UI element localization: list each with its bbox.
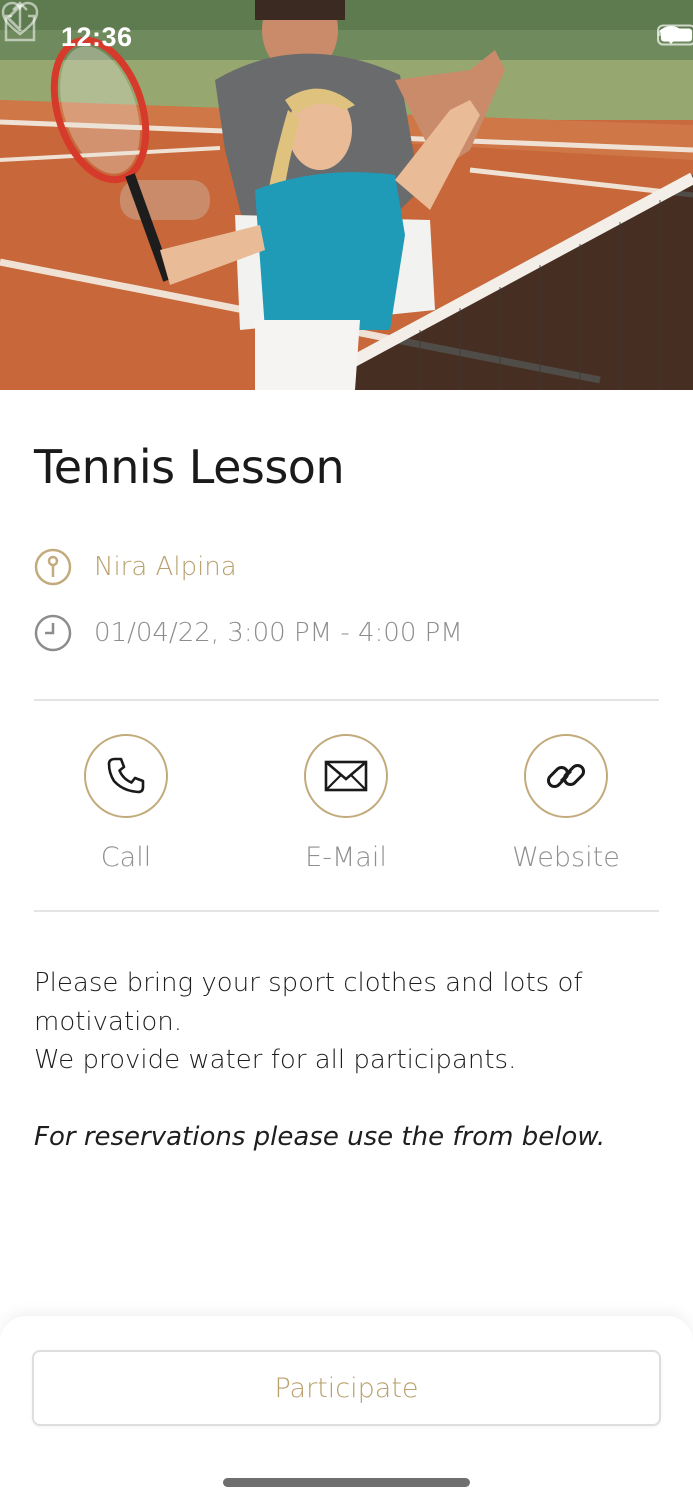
- clock-icon: [34, 614, 72, 652]
- divider: [34, 910, 659, 912]
- call-button[interactable]: Call: [36, 734, 216, 873]
- participate-button[interactable]: Participate: [32, 1350, 661, 1426]
- battery-icon: [657, 24, 693, 46]
- bottom-sheet: Participate: [0, 1316, 693, 1500]
- hero-image: 12:36: [0, 0, 693, 390]
- email-circle[interactable]: [304, 734, 388, 818]
- description-line: We provide water for all participants.: [34, 1045, 517, 1075]
- datetime-label: 01/04/22, 3:00 PM - 4:00 PM: [94, 618, 463, 648]
- website-label: Website: [512, 842, 620, 873]
- status-bar: 12:36: [0, 0, 693, 80]
- call-circle[interactable]: [84, 734, 168, 818]
- status-time: 12:36: [61, 22, 133, 52]
- location-pin-icon: [34, 548, 72, 586]
- call-label: Call: [100, 842, 152, 873]
- event-title: Tennis Lesson: [34, 440, 345, 494]
- event-description: Please bring your sport clothes and lots…: [34, 964, 654, 1156]
- location-row[interactable]: Nira Alpina: [34, 548, 237, 586]
- email-button[interactable]: E-Mail: [256, 734, 436, 873]
- email-label: E-Mail: [305, 842, 387, 873]
- website-circle[interactable]: [524, 734, 608, 818]
- divider: [34, 699, 659, 701]
- datetime-row: 01/04/22, 3:00 PM - 4:00 PM: [34, 614, 463, 652]
- envelope-icon: [324, 760, 368, 792]
- description-line: Please bring your sport clothes and lots…: [34, 968, 583, 1037]
- home-indicator[interactable]: [223, 1478, 470, 1487]
- location-label[interactable]: Nira Alpina: [94, 552, 237, 582]
- phone-icon: [107, 757, 145, 794]
- heart-icon[interactable]: [0, 0, 40, 38]
- website-button[interactable]: Website: [476, 734, 656, 873]
- link-icon: [546, 763, 586, 789]
- reservation-note: For reservations please use the from bel…: [34, 1121, 606, 1152]
